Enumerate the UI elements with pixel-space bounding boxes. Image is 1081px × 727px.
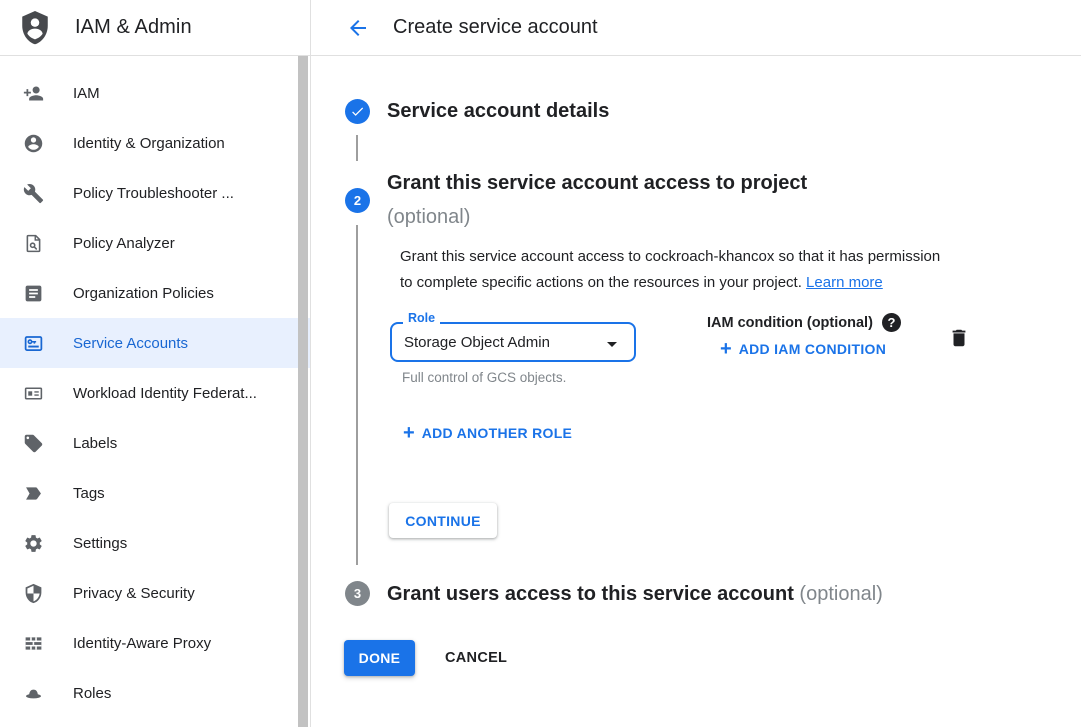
sidebar-item-identity-aware-proxy[interactable]: Identity-Aware Proxy — [0, 618, 310, 668]
service-account-key-icon — [23, 333, 44, 354]
back-arrow-icon[interactable] — [346, 16, 370, 40]
done-button[interactable]: DONE — [344, 640, 415, 676]
step2-number-circle: 2 — [345, 188, 370, 213]
add-iam-condition-button[interactable]: + ADD IAM CONDITION — [720, 339, 886, 359]
sidebar-item-tags[interactable]: Tags — [0, 468, 310, 518]
plus-icon: + — [720, 339, 732, 359]
dropdown-caret-icon — [600, 332, 624, 356]
sidebar-item-roles[interactable]: Roles — [0, 668, 310, 718]
sidebar-item-policy-analyzer[interactable]: Policy Analyzer — [0, 218, 310, 268]
sidebar-item-label: Policy Troubleshooter ... — [73, 185, 234, 202]
proxy-grid-icon — [23, 633, 44, 654]
person-add-icon — [23, 83, 44, 104]
app-title: IAM & Admin — [75, 16, 192, 39]
add-another-role-button[interactable]: + ADD ANOTHER ROLE — [403, 423, 572, 443]
article-icon — [23, 283, 44, 304]
help-icon[interactable]: ? — [882, 313, 901, 332]
account-circle-icon — [23, 133, 44, 154]
sidebar-item-label: Tags — [73, 485, 105, 502]
badge-card-icon — [23, 383, 44, 404]
sidebar-item-label: Labels — [73, 435, 117, 452]
sidebar-item-label: Policy Analyzer — [73, 235, 175, 252]
sidebar-item-workload-identity-federation[interactable]: Workload Identity Federat... — [0, 368, 310, 418]
step2-description: Grant this service account access to coc… — [400, 244, 1000, 295]
step3-number: 3 — [354, 586, 361, 601]
description-line1: Grant this service account access to coc… — [400, 244, 1000, 270]
sidebar: IAM & Admin IAM Identity & Organization — [0, 0, 311, 727]
add-iam-condition-label: ADD IAM CONDITION — [739, 341, 886, 357]
role-helper-text: Full control of GCS objects. — [402, 370, 566, 385]
label-tag-icon — [23, 433, 44, 454]
sidebar-item-label: Privacy & Security — [73, 585, 195, 602]
check-icon — [350, 104, 365, 119]
sidebar-item-label: Service Accounts — [73, 335, 188, 352]
sidebar-item-iam[interactable]: IAM — [0, 68, 310, 118]
sidebar-scrollbar[interactable] — [298, 56, 308, 727]
step3-title: Grant users access to this service accou… — [387, 577, 883, 611]
continue-button[interactable]: CONTINUE — [389, 503, 497, 538]
sidebar-item-labels[interactable]: Labels — [0, 418, 310, 468]
document-search-icon — [23, 233, 44, 254]
sidebar-item-label: Identity-Aware Proxy — [73, 635, 211, 652]
sidebar-header: IAM & Admin — [0, 0, 310, 56]
step2-number: 2 — [354, 193, 361, 208]
step3-number-circle: 3 — [345, 581, 370, 606]
step1-title: Service account details — [387, 96, 609, 126]
step2-rail — [356, 225, 358, 565]
sidebar-nav: IAM Identity & Organization Policy Troub… — [0, 56, 310, 718]
arrow-tag-icon — [23, 483, 44, 504]
sidebar-item-label: IAM — [73, 85, 100, 102]
step-connector — [356, 135, 358, 161]
step3-title-text: Grant users access to this service accou… — [387, 583, 794, 605]
sidebar-item-label: Identity & Organization — [73, 135, 225, 152]
plus-icon: + — [403, 423, 415, 443]
iam-condition-label: IAM condition (optional) ? — [707, 313, 901, 332]
sidebar-item-label: Workload Identity Federat... — [73, 385, 257, 402]
step2-title-text: Grant this service account access to pro… — [387, 166, 947, 200]
sidebar-item-label: Roles — [73, 685, 111, 702]
sidebar-item-policy-troubleshooter[interactable]: Policy Troubleshooter ... — [0, 168, 310, 218]
add-another-role-label: ADD ANOTHER ROLE — [422, 425, 573, 441]
sidebar-item-label: Settings — [73, 535, 127, 552]
learn-more-link[interactable]: Learn more — [806, 274, 883, 291]
sidebar-item-settings[interactable]: Settings — [0, 518, 310, 568]
delete-role-icon[interactable] — [948, 327, 970, 349]
sidebar-item-privacy-security[interactable]: Privacy & Security — [0, 568, 310, 618]
role-field-label: Role — [403, 311, 440, 325]
step2-optional-label: (optional) — [387, 200, 947, 234]
wizard-content: Service account details 2 Grant this ser… — [311, 56, 1081, 727]
iam-condition-label-text: IAM condition (optional) — [707, 315, 873, 331]
iam-shield-icon — [18, 8, 52, 48]
cancel-button[interactable]: CANCEL — [433, 640, 519, 676]
sidebar-item-label: Organization Policies — [73, 285, 214, 302]
hat-icon — [23, 683, 44, 704]
iam-admin-console: IAM & Admin IAM Identity & Organization — [0, 0, 1081, 727]
step2-title: Grant this service account access to pro… — [387, 166, 947, 234]
sidebar-item-organization-policies[interactable]: Organization Policies — [0, 268, 310, 318]
step3-optional-label: (optional) — [799, 583, 882, 605]
wrench-icon — [23, 183, 44, 204]
main-panel: Create service account Service account d… — [311, 0, 1081, 727]
gear-icon — [23, 533, 44, 554]
role-selected-value: Storage Object Admin — [404, 334, 550, 351]
step1-check-circle — [345, 99, 370, 124]
sidebar-item-identity-organization[interactable]: Identity & Organization — [0, 118, 310, 168]
sidebar-item-service-accounts[interactable]: Service Accounts — [0, 318, 310, 368]
topbar: Create service account — [311, 0, 1081, 56]
role-select[interactable]: Storage Object Admin — [390, 322, 636, 362]
description-line2: to complete specific actions on the reso… — [400, 274, 802, 291]
shield-half-icon — [23, 583, 44, 604]
page-title: Create service account — [393, 16, 598, 39]
